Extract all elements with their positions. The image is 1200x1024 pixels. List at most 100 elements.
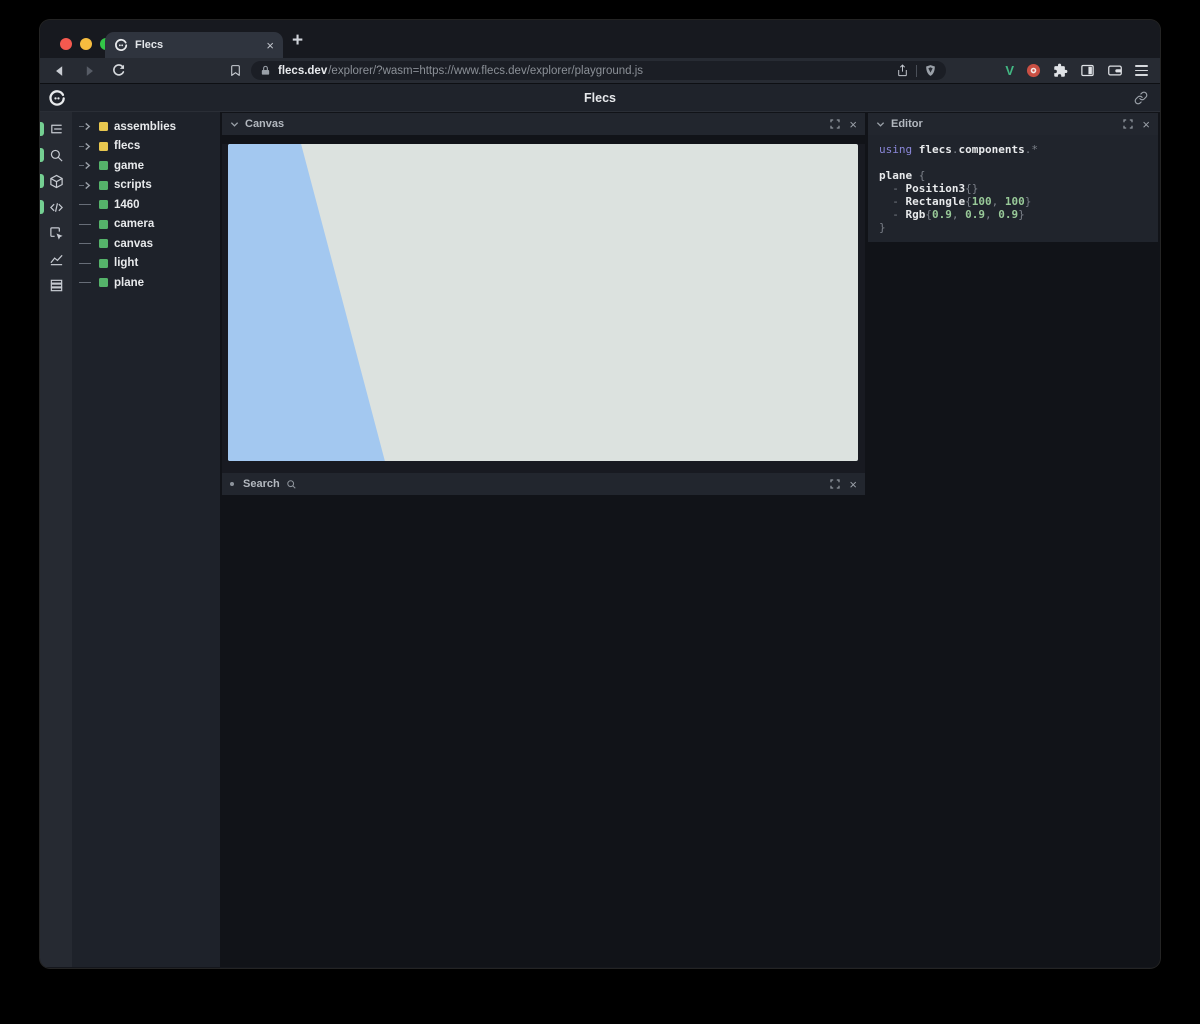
panel-switcher	[40, 112, 72, 967]
expand-arrow-icon[interactable]	[79, 161, 96, 170]
address-bar[interactable]: flecs.dev /explorer/?wasm=https://www.fl…	[251, 61, 946, 80]
panel-title: Canvas	[245, 118, 284, 130]
sidebar-icon-inspector[interactable]	[40, 220, 72, 246]
sidebar-icon-search[interactable]	[40, 142, 72, 168]
forward-icon	[82, 64, 96, 78]
tree-connector	[79, 224, 96, 225]
editor-code[interactable]: using flecs.components.* plane { - Posit…	[868, 135, 1158, 242]
close-panel-icon[interactable]: ×	[849, 478, 857, 491]
expand-arrow-icon[interactable]	[79, 142, 96, 151]
entity-color-dot	[99, 278, 108, 287]
tab-title: Flecs	[135, 39, 259, 51]
tree-item-camera[interactable]: camera	[72, 215, 220, 235]
tree-item-game[interactable]: game	[72, 156, 220, 176]
entity-color-dot	[99, 200, 108, 209]
back-button[interactable]	[52, 63, 68, 79]
menu-icon[interactable]	[1135, 63, 1148, 78]
divider	[916, 65, 917, 77]
search-panel-header[interactable]: Search ×	[222, 473, 865, 495]
forward-button[interactable]	[81, 63, 97, 79]
browser-tab[interactable]: Flecs ×	[105, 32, 283, 58]
extensions-puzzle-icon[interactable]	[1053, 63, 1068, 78]
tree-item-assemblies[interactable]: assemblies	[72, 117, 220, 137]
tree-icon	[49, 122, 64, 137]
cursor-box-icon	[49, 226, 64, 241]
entity-tree: assemblies flecs game scripts 1460cameracanv…	[72, 112, 220, 967]
tree-connector	[79, 204, 96, 205]
collapse-chevron-icon[interactable]	[230, 121, 239, 128]
close-panel-icon[interactable]: ×	[849, 118, 857, 131]
browser-window: Flecs × + flecs.dev /explore	[40, 20, 1160, 968]
tree-item-1460[interactable]: 1460	[72, 195, 220, 215]
sidebar-icon-statistics[interactable]	[40, 246, 72, 272]
tree-item-light[interactable]: light	[72, 254, 220, 274]
tree-item-label: assemblies	[114, 121, 176, 133]
expand-arrow-icon[interactable]	[79, 122, 96, 131]
wallet-icon[interactable]	[1107, 63, 1123, 78]
entity-color-dot	[99, 161, 108, 170]
tree-item-canvas[interactable]: canvas	[72, 234, 220, 254]
code-icon	[49, 200, 64, 215]
editor-panel-header[interactable]: Editor ×	[868, 113, 1158, 135]
canvas-panel: Canvas ×	[222, 113, 865, 479]
page-title: Flecs	[40, 91, 1160, 105]
tree-item-scripts[interactable]: scripts	[72, 176, 220, 196]
share-link-icon[interactable]	[1134, 91, 1148, 105]
vue-devtools-icon[interactable]: V	[1005, 63, 1014, 78]
sidebar-toggle-icon[interactable]	[1080, 63, 1095, 78]
app-header: Flecs	[40, 84, 1160, 112]
tree-connector	[79, 282, 96, 283]
app-body: assemblies flecs game scripts 1460cameracanv…	[40, 112, 1160, 967]
fullscreen-icon[interactable]	[830, 119, 840, 129]
minimize-window-button[interactable]	[80, 38, 92, 50]
lock-icon	[260, 65, 271, 76]
entity-color-dot	[99, 122, 108, 131]
stacked-rows-icon	[49, 278, 64, 293]
sidebar-icon-entity-tree[interactable]	[40, 116, 72, 142]
extension-icons: V	[1005, 63, 1148, 78]
tree-item-label: scripts	[114, 179, 152, 191]
entity-color-dot	[99, 142, 108, 151]
sidebar-icon-entities[interactable]	[40, 168, 72, 194]
search-glass-icon	[286, 479, 297, 490]
3d-viewport[interactable]	[228, 144, 858, 461]
collapse-chevron-icon[interactable]	[876, 121, 885, 128]
bookmark-button[interactable]	[227, 63, 243, 79]
search-panel: Search ×	[222, 473, 865, 495]
panel-title: Search	[243, 478, 280, 490]
sidebar-icon-data-tables[interactable]	[40, 272, 72, 298]
url-domain: flecs.dev	[278, 65, 327, 77]
entity-color-dot	[99, 181, 108, 190]
main-area: Canvas × Se	[220, 112, 1160, 967]
collapsed-dot-icon[interactable]	[230, 482, 234, 486]
flecs-favicon-icon	[114, 38, 128, 52]
browser-toolbar: flecs.dev /explorer/?wasm=https://www.fl…	[40, 58, 1160, 84]
search-icon	[49, 148, 64, 163]
tree-item-plane[interactable]: plane	[72, 273, 220, 293]
fullscreen-icon[interactable]	[830, 479, 840, 489]
line-chart-icon	[49, 252, 64, 267]
panel-title: Editor	[891, 118, 923, 130]
reload-button[interactable]	[110, 63, 126, 79]
cube-icon	[49, 174, 64, 189]
close-window-button[interactable]	[60, 38, 72, 50]
sidebar-icon-code-editor[interactable]	[40, 194, 72, 220]
share-icon[interactable]	[896, 64, 909, 77]
tree-item-label: game	[114, 160, 144, 172]
canvas-panel-body	[222, 144, 865, 479]
tab-close-icon[interactable]: ×	[266, 39, 274, 52]
tree-item-label: flecs	[114, 140, 140, 152]
bookmark-icon	[229, 64, 242, 77]
fullscreen-icon[interactable]	[1123, 119, 1133, 129]
entity-color-dot	[99, 239, 108, 248]
tree-item-flecs[interactable]: flecs	[72, 137, 220, 157]
tree-connector	[79, 263, 96, 264]
red-extension-icon[interactable]	[1026, 63, 1041, 78]
canvas-panel-header[interactable]: Canvas ×	[222, 113, 865, 135]
new-tab-button[interactable]: +	[292, 30, 303, 52]
reload-icon	[111, 63, 126, 78]
back-icon	[53, 64, 67, 78]
close-panel-icon[interactable]: ×	[1142, 118, 1150, 131]
brave-shield-icon[interactable]	[924, 64, 937, 77]
expand-arrow-icon[interactable]	[79, 181, 96, 190]
